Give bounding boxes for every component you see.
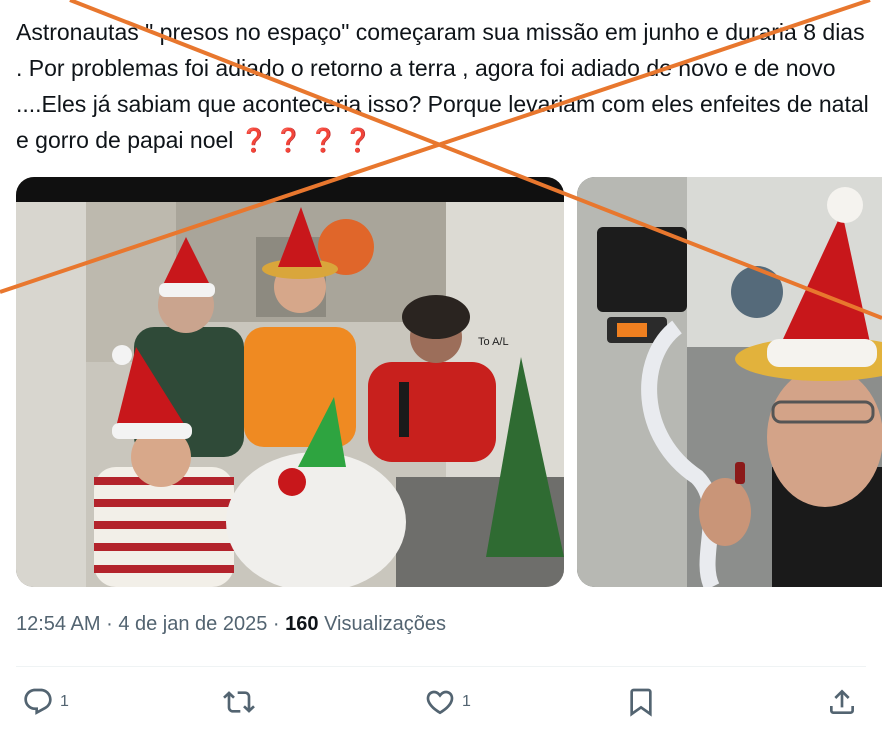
svg-text:To A/L: To A/L: [478, 336, 509, 348]
views-label: Visualizações: [324, 613, 447, 635]
tweet-action-bar: 1 1: [0, 684, 882, 724]
share-icon: [826, 686, 858, 718]
tweet-body: Astronautas " presos no espaço" começara…: [16, 19, 869, 153]
question-marks-emoji: ❓❓❓❓: [239, 127, 379, 153]
tweet-photo-astronaut-selfie[interactable]: [577, 177, 882, 587]
retweet-icon: [222, 686, 256, 718]
like-count: 1: [462, 693, 471, 710]
tweet-photo-astronauts-group[interactable]: To A/L: [16, 177, 564, 587]
tweet-time[interactable]: 12:54 AM: [16, 613, 101, 635]
like-button[interactable]: 1: [424, 684, 471, 720]
tweet-meta: 12:54 AM · 4 de jan de 2025 · 160 Visual…: [16, 613, 446, 636]
tweet: Astronautas " presos no espaço" começara…: [0, 0, 882, 732]
tweet-text: Astronautas " presos no espaço" começara…: [16, 14, 871, 158]
like-icon: [424, 686, 456, 718]
divider: [16, 666, 866, 667]
photo-astronaut-selfie-illustration: [577, 177, 882, 587]
meta-separator: ·: [106, 613, 113, 635]
tweet-date[interactable]: 4 de jan de 2025: [118, 613, 267, 635]
reply-count: 1: [60, 693, 69, 710]
reply-icon: [22, 686, 54, 718]
photo-astronauts-group-illustration: To A/L: [16, 177, 564, 587]
reply-button[interactable]: 1: [22, 684, 69, 720]
retweet-button[interactable]: [222, 684, 256, 720]
bookmark-icon: [625, 686, 657, 718]
bookmark-button[interactable]: [625, 684, 657, 720]
share-button[interactable]: [826, 684, 858, 720]
views-count: 160: [285, 613, 319, 635]
meta-separator-2: ·: [272, 613, 280, 635]
